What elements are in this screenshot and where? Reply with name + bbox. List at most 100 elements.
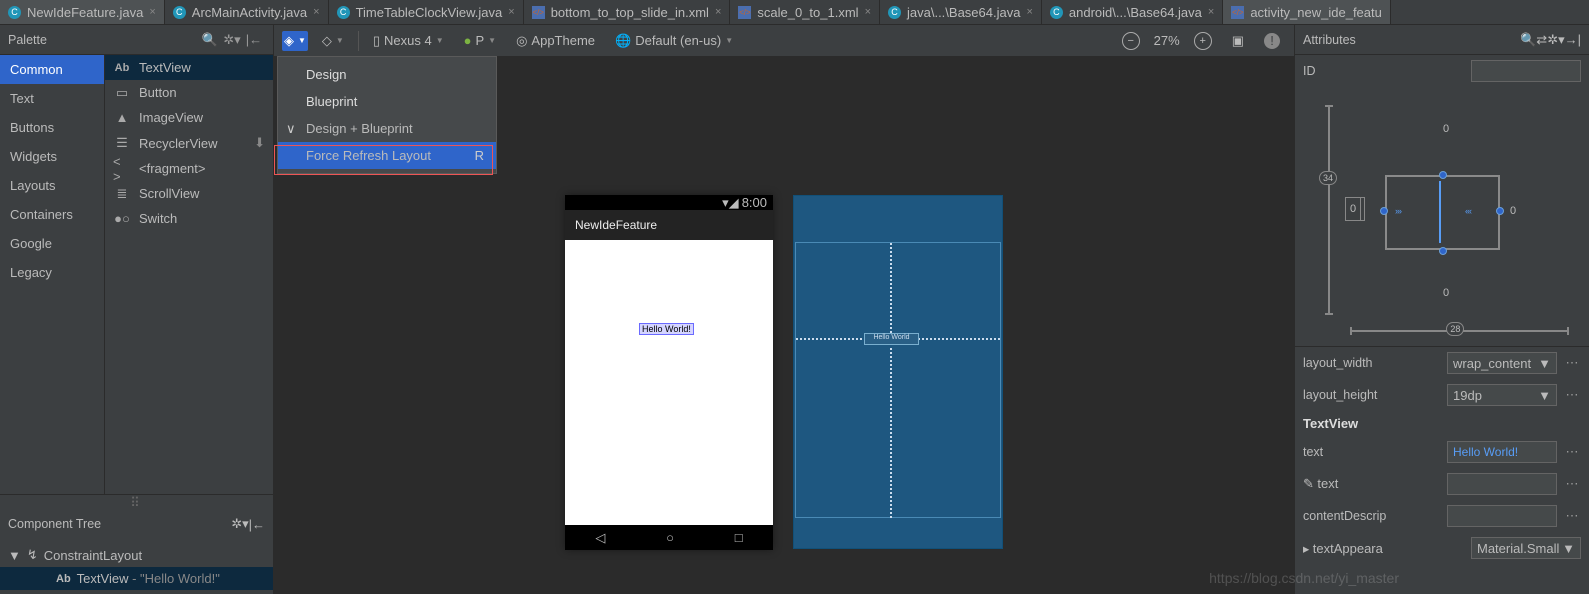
zoom-fit-button[interactable]: ▣: [1226, 30, 1250, 52]
tab[interactable]: </>activity_new_ide_featu: [1223, 0, 1391, 24]
close-icon[interactable]: ×: [715, 6, 721, 18]
menu-item-blueprint[interactable]: Blueprint: [278, 88, 496, 115]
chevron-down-icon[interactable]: [1360, 198, 1364, 220]
surface-menu-button[interactable]: ◈▼: [282, 31, 308, 51]
collapse-icon[interactable]: |←: [249, 517, 265, 532]
more-icon[interactable]: ⋯: [1563, 476, 1581, 492]
collapse-icon[interactable]: |←: [243, 32, 265, 47]
tab[interactable]: </>bottom_to_top_slide_in.xml×: [524, 0, 731, 24]
drag-handle-icon[interactable]: ⠿: [0, 495, 273, 509]
vertical-slider[interactable]: [1328, 105, 1330, 315]
java-icon: C: [173, 6, 186, 19]
attr-label: ✎ text: [1303, 476, 1441, 492]
gear-icon[interactable]: ✲▾: [1547, 32, 1564, 48]
close-icon[interactable]: ×: [1208, 6, 1214, 18]
content-description-input[interactable]: [1447, 505, 1557, 527]
tab[interactable]: Candroid\...\Base64.java×: [1042, 0, 1223, 24]
anchor-top[interactable]: [1439, 171, 1447, 179]
constraint-spring: [796, 338, 864, 340]
device-select[interactable]: ▯Nexus 4▼: [367, 30, 450, 52]
tab[interactable]: CTimeTableClockView.java×: [329, 0, 524, 24]
tab[interactable]: Cjava\...\Base64.java×: [880, 0, 1042, 24]
chevron-down-icon: ▼: [1538, 388, 1551, 403]
textview-preview[interactable]: Hello World!: [639, 323, 694, 335]
preview-body[interactable]: Hello World!: [565, 240, 773, 525]
menu-item-design-blueprint[interactable]: ∨Design + Blueprint: [278, 115, 496, 142]
constraint-widget[interactable]: 34 0 0 0 ››› ‹‹‹ 28: [1295, 87, 1589, 347]
palette-item[interactable]: ▭Button: [105, 80, 273, 105]
search-icon[interactable]: 🔍: [199, 32, 221, 48]
menu-item-force-refresh[interactable]: Force Refresh LayoutR: [278, 142, 496, 169]
anchor-left[interactable]: [1380, 207, 1388, 215]
tab[interactable]: CArcMainActivity.java×: [165, 0, 329, 24]
zoom-out-button[interactable]: −: [1116, 29, 1146, 53]
margin-top[interactable]: 0: [1443, 123, 1449, 135]
zoom-in-button[interactable]: +: [1188, 29, 1218, 53]
recent-icon: □: [735, 530, 743, 545]
more-icon[interactable]: ⋯: [1563, 508, 1581, 524]
palette-cat-text[interactable]: Text: [0, 84, 104, 113]
id-input[interactable]: [1471, 60, 1581, 82]
download-icon[interactable]: ⬇: [254, 135, 265, 151]
text-appearance-select[interactable]: Material.Small▼: [1471, 537, 1581, 559]
api-select[interactable]: ●P▼: [458, 30, 502, 51]
inner-value[interactable]: [1345, 197, 1365, 221]
anchor-bottom[interactable]: [1439, 247, 1447, 255]
layers-icon: ◈: [284, 33, 294, 49]
layout-width-select[interactable]: wrap_content▼: [1447, 352, 1557, 374]
tab[interactable]: </>scale_0_to_1.xml×: [730, 0, 880, 24]
xml-icon: </>: [532, 6, 545, 19]
tree-node-root[interactable]: ▼↯ConstraintLayout: [0, 543, 273, 567]
palette-cat-widgets[interactable]: Widgets: [0, 142, 104, 171]
collapse-icon[interactable]: →|: [1565, 32, 1581, 47]
palette-item[interactable]: AbTextView: [105, 55, 273, 80]
palette-cat-common[interactable]: Common: [0, 55, 104, 84]
gear-icon[interactable]: ✲▾: [221, 32, 243, 48]
margin-right[interactable]: 0: [1510, 205, 1516, 217]
layout-height-select[interactable]: 19dp▼: [1447, 384, 1557, 406]
palette-cat-layouts[interactable]: Layouts: [0, 171, 104, 200]
back-icon: ◁: [595, 530, 605, 546]
locale-select[interactable]: 🌐Default (en-us)▼: [609, 30, 739, 52]
expand-icon[interactable]: ▼: [8, 548, 21, 563]
palette-item[interactable]: ▲ImageView: [105, 105, 273, 130]
blueprint-preview[interactable]: Hello World: [793, 195, 1003, 549]
bias-knob[interactable]: 28: [1446, 322, 1464, 336]
palette-item[interactable]: ≣ScrollView: [105, 181, 273, 206]
attr-text2-row: ✎ text ⋯: [1295, 468, 1589, 500]
margin-bottom[interactable]: 0: [1443, 287, 1449, 299]
tab[interactable]: CNewIdeFeature.java×: [0, 0, 165, 24]
more-icon[interactable]: ⋯: [1563, 355, 1581, 371]
close-icon[interactable]: ×: [149, 6, 155, 18]
menu-item-design[interactable]: Design: [278, 61, 496, 88]
theme-select[interactable]: ◎AppTheme: [510, 30, 601, 52]
blueprint-textview[interactable]: Hello World: [864, 333, 919, 345]
search-icon[interactable]: 🔍: [1520, 32, 1536, 48]
palette-cat-legacy[interactable]: Legacy: [0, 258, 104, 287]
globe-icon: 🌐: [615, 33, 631, 49]
palette-item[interactable]: ☰RecyclerView⬇: [105, 130, 273, 156]
palette-cat-containers[interactable]: Containers: [0, 200, 104, 229]
vertical-bias-badge[interactable]: 34: [1319, 171, 1337, 185]
text-input[interactable]: Hello World!: [1447, 441, 1557, 463]
close-icon[interactable]: ×: [313, 6, 319, 18]
tree-node-child[interactable]: AbTextView - "Hello World!": [0, 567, 273, 590]
gear-icon[interactable]: ✲▾: [231, 516, 248, 532]
more-icon[interactable]: ⋯: [1563, 444, 1581, 460]
palette-cat-google[interactable]: Google: [0, 229, 104, 258]
orientation-button[interactable]: ◇▼: [316, 30, 350, 52]
status-bar: ▾◢8:00: [565, 195, 773, 210]
close-icon[interactable]: ×: [865, 6, 871, 18]
anchor-right[interactable]: [1496, 207, 1504, 215]
dock-icon[interactable]: ⇄: [1536, 32, 1547, 48]
palette-cat-buttons[interactable]: Buttons: [0, 113, 104, 142]
close-icon[interactable]: ×: [508, 6, 514, 18]
palette-item[interactable]: < ><fragment>: [105, 156, 273, 181]
close-icon[interactable]: ×: [1026, 6, 1032, 18]
design-preview[interactable]: ▾◢8:00 NewIdeFeature Hello World! ◁○□: [565, 195, 773, 550]
warning-button[interactable]: !: [1258, 30, 1286, 52]
palette-item[interactable]: ●○Switch: [105, 206, 273, 231]
more-icon[interactable]: ⋯: [1563, 387, 1581, 403]
horizontal-bias-slider[interactable]: 28: [1350, 330, 1569, 332]
text2-input[interactable]: [1447, 473, 1557, 495]
